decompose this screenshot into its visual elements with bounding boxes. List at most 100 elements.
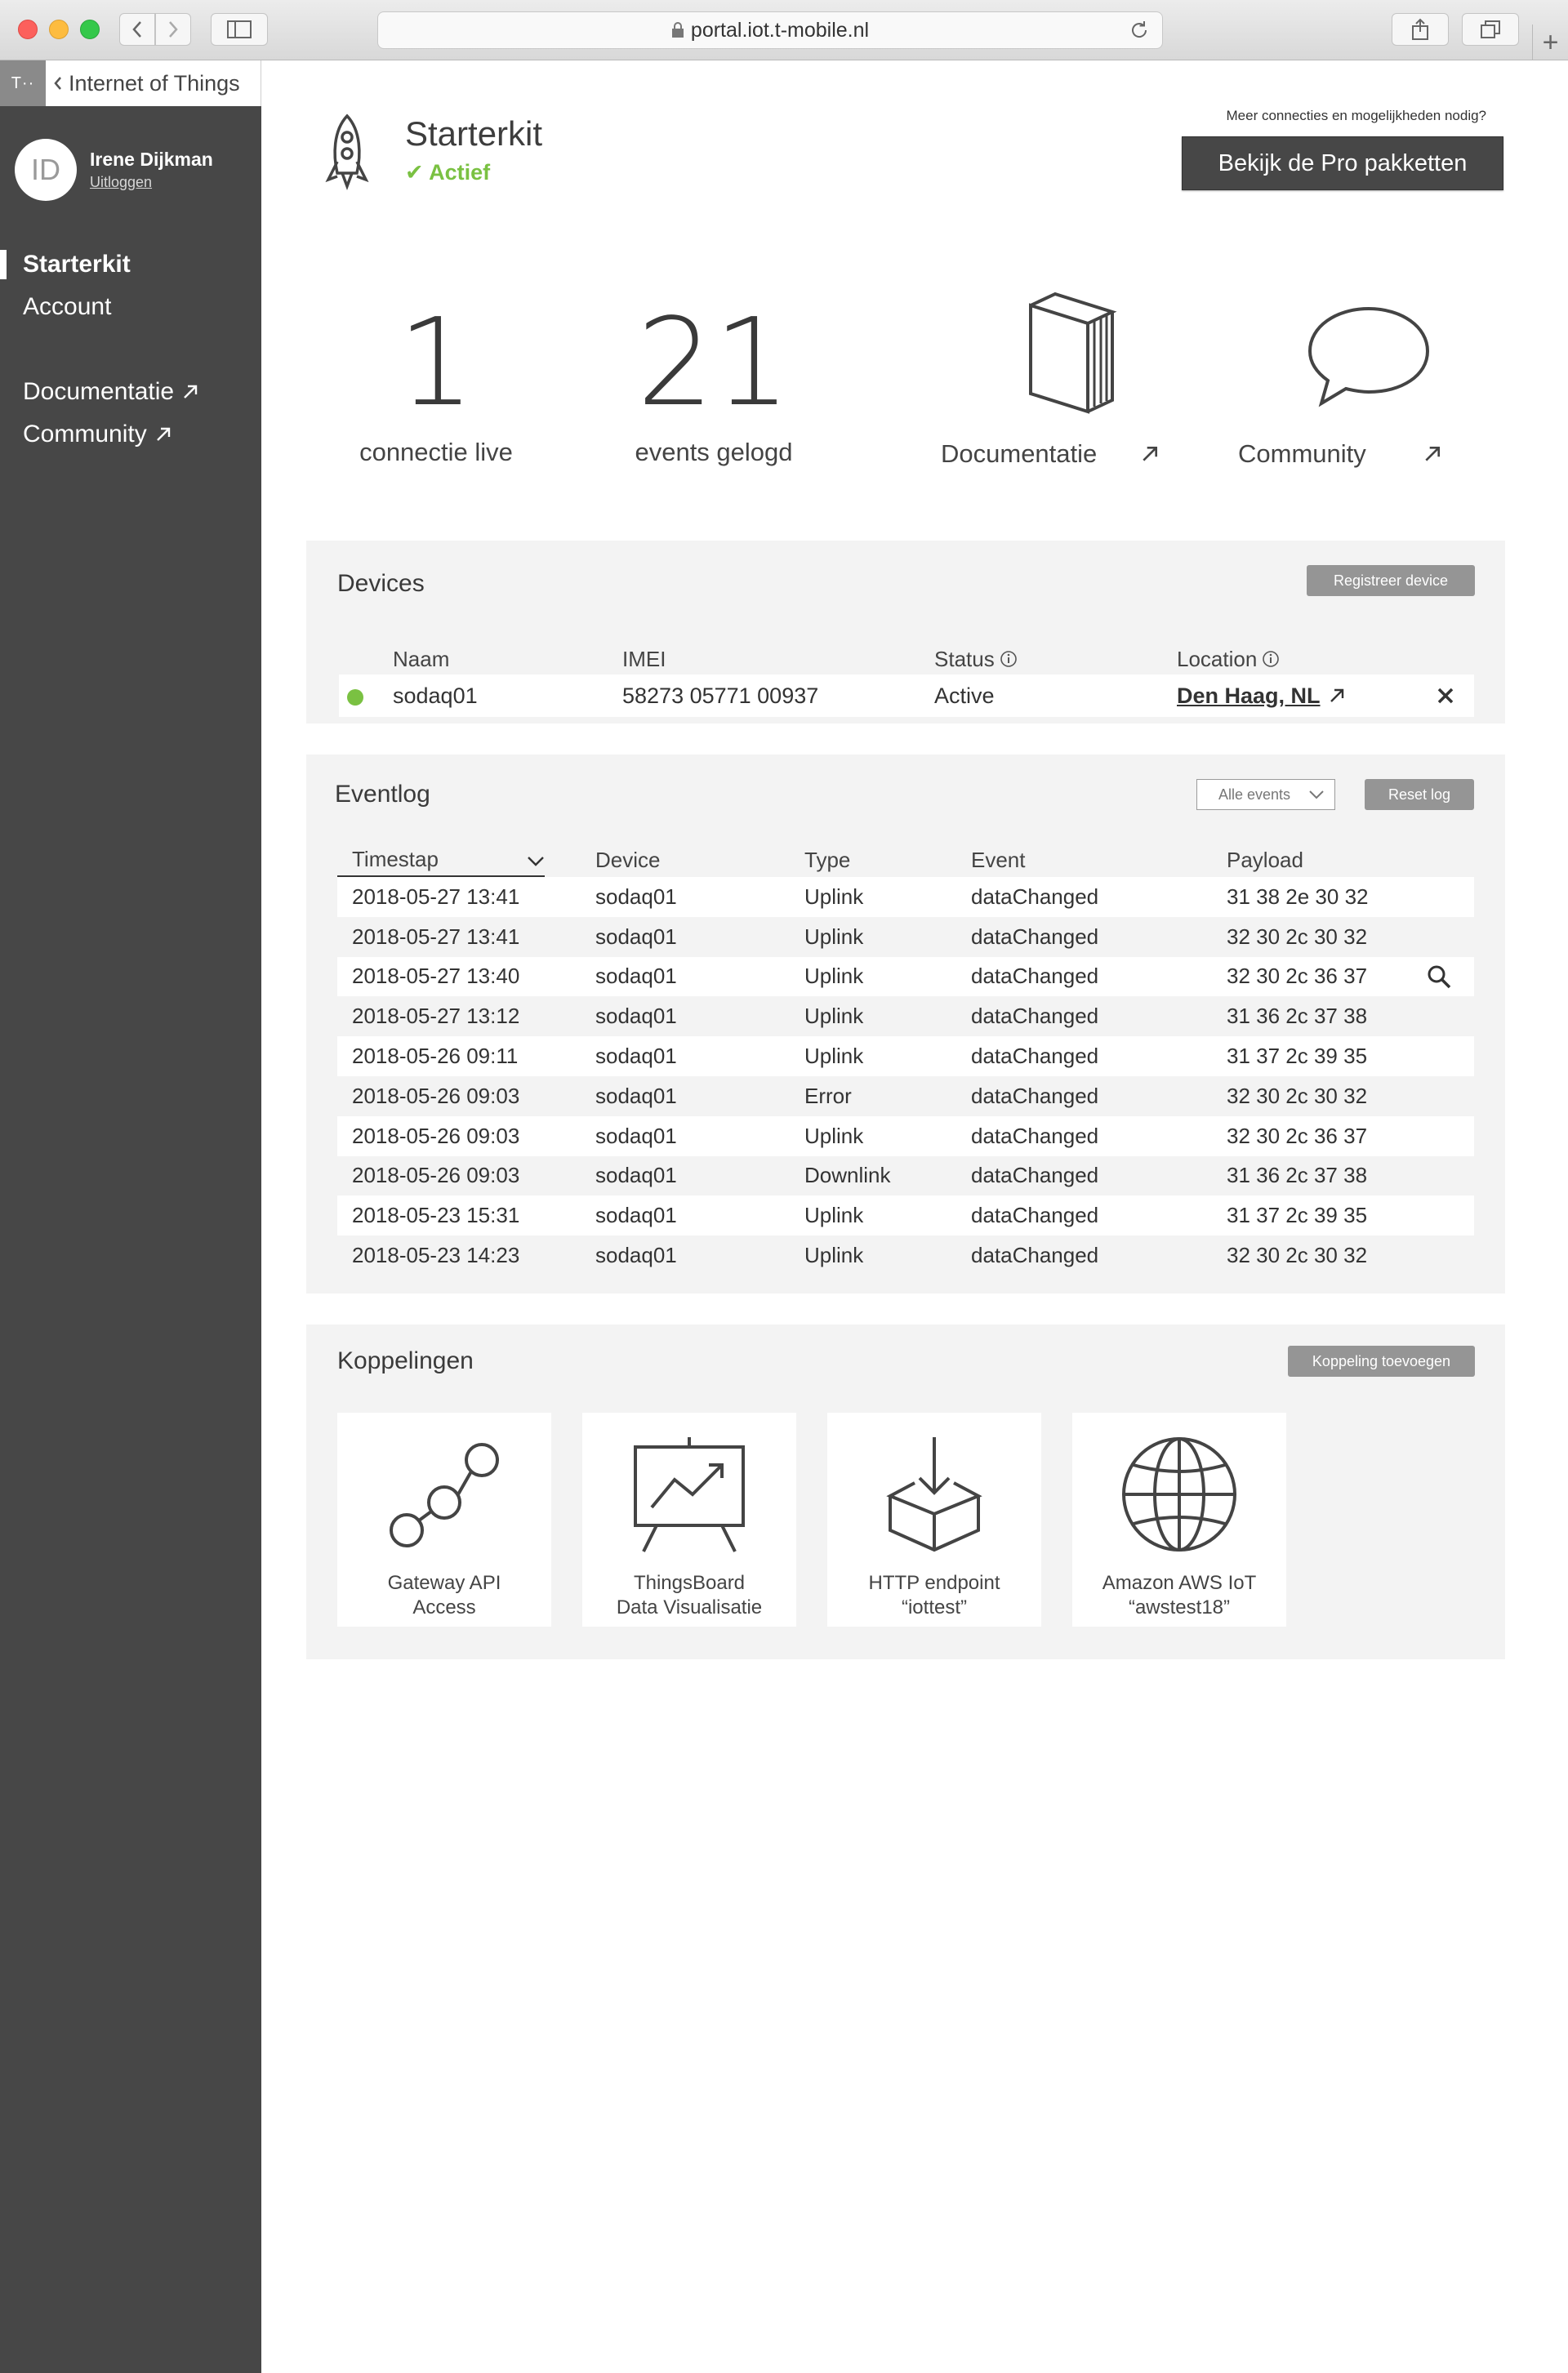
reload-icon[interactable] xyxy=(1129,20,1149,40)
koppeling-label-line1: ThingsBoard xyxy=(633,1572,746,1594)
event-type: Uplink xyxy=(804,924,864,949)
event-timestamp: 2018-05-27 13:41 xyxy=(352,924,520,949)
external-link-icon xyxy=(184,385,198,398)
plus-icon: + xyxy=(1542,26,1559,58)
koppeling-thingsboard[interactable]: ThingsBoard Data Visualisatie xyxy=(582,1413,796,1627)
koppeling-gateway-api[interactable]: Gateway API Access xyxy=(337,1413,551,1627)
koppeling-label-line2: Data Visualisatie xyxy=(616,1596,763,1618)
chevron-down-icon xyxy=(1309,790,1324,799)
address-bar[interactable]: portal.iot.t-mobile.nl xyxy=(377,11,1163,49)
sidebar-nav: Starterkit Account Documentatie Communit… xyxy=(0,243,261,456)
info-icon[interactable] xyxy=(1262,650,1280,668)
sidebar-item-label: Documentatie xyxy=(23,378,175,405)
tabs-icon xyxy=(1481,20,1500,38)
main-content: Starterkit ✔ Actief Meer connecties en m… xyxy=(261,60,1568,2373)
table-row[interactable]: 2018-05-27 13:40 sodaq01 Uplink dataChanged… xyxy=(337,956,1474,997)
column-header-timestamp: Timestap xyxy=(352,846,439,871)
device-name: sodaq01 xyxy=(393,683,478,708)
back-button[interactable] xyxy=(119,13,155,46)
remove-device-button[interactable] xyxy=(1437,675,1454,717)
sort-by-timestamp[interactable]: Timestap xyxy=(337,843,545,877)
koppeling-aws-iot[interactable]: Amazon AWS IoT “awstest18” xyxy=(1072,1413,1286,1627)
register-device-button[interactable]: Registreer device xyxy=(1307,565,1475,596)
event-type: Uplink xyxy=(804,884,864,909)
event-payload: 31 36 2c 37 38 xyxy=(1227,1163,1368,1188)
event-timestamp: 2018-05-26 09:11 xyxy=(352,1044,519,1069)
event-name: dataChanged xyxy=(971,1004,1099,1029)
reset-log-button[interactable]: Reset log xyxy=(1365,779,1474,810)
sidebar-link-documentatie[interactable]: Documentatie xyxy=(0,371,261,413)
event-device: sodaq01 xyxy=(595,1163,677,1188)
page-title: Starterkit xyxy=(405,114,543,153)
info-icon[interactable] xyxy=(1000,650,1018,668)
koppeling-label-line1: HTTP endpoint xyxy=(868,1572,1000,1594)
eventlog-rows: 2018-05-27 13:41 sodaq01 Uplink dataChanged… xyxy=(337,877,1474,1276)
column-header-type: Type xyxy=(804,847,851,872)
zoom-window-button[interactable] xyxy=(80,20,100,39)
share-icon xyxy=(1412,18,1428,40)
table-row[interactable]: 2018-05-23 14:23 sodaq01 Uplink dataChanged… xyxy=(337,1235,1474,1276)
event-payload: 32 30 2c 30 32 xyxy=(1227,1083,1368,1108)
sidebar-item-starterkit[interactable]: Starterkit xyxy=(0,243,261,286)
column-header-payload: Payload xyxy=(1227,847,1303,872)
new-tab-button[interactable]: + xyxy=(1532,24,1568,60)
koppeling-label-line2: Access xyxy=(412,1596,476,1618)
forward-button[interactable] xyxy=(155,13,191,46)
event-payload: 31 37 2c 39 35 xyxy=(1227,1203,1368,1228)
search-icon[interactable] xyxy=(1427,964,1451,989)
event-type: Uplink xyxy=(804,1243,864,1268)
chevron-right-icon xyxy=(169,21,178,38)
tile-label: Community xyxy=(1238,439,1366,468)
tabs-overview-button[interactable] xyxy=(1462,13,1519,46)
table-row[interactable]: 2018-05-26 09:03 sodaq01 Error dataChanged 3… xyxy=(337,1075,1474,1116)
table-row[interactable]: 2018-05-27 13:12 sodaq01 Uplink dataChanged… xyxy=(337,996,1474,1037)
column-header-event: Event xyxy=(971,847,1026,872)
sidebar-header: T·· Internet of Things xyxy=(0,60,261,106)
table-row[interactable]: 2018-05-27 13:41 sodaq01 Uplink dataChanged… xyxy=(337,916,1474,957)
event-payload: 31 37 2c 39 35 xyxy=(1227,1044,1368,1069)
event-timestamp: 2018-05-23 15:31 xyxy=(352,1203,520,1228)
table-row[interactable]: 2018-05-26 09:03 sodaq01 Uplink dataChanged… xyxy=(337,1115,1474,1156)
external-link-icon xyxy=(1143,446,1157,461)
community-tile[interactable]: Community xyxy=(1238,289,1499,469)
sidebar-toggle-button[interactable] xyxy=(211,13,268,46)
event-device: sodaq01 xyxy=(595,1004,677,1029)
back-to-iot-link[interactable]: Internet of Things xyxy=(46,71,240,96)
globe-icon xyxy=(1122,1437,1236,1552)
table-row[interactable]: sodaq01 58273 05771 00937 Active Den Haa… xyxy=(339,675,1474,717)
event-type: Uplink xyxy=(804,1004,864,1029)
sidebar-item-account[interactable]: Account xyxy=(0,286,261,328)
event-device: sodaq01 xyxy=(595,1243,677,1268)
logout-link[interactable]: Uitloggen xyxy=(90,174,213,191)
event-name: dataChanged xyxy=(971,1083,1099,1108)
koppeling-label-line2: “iottest” xyxy=(901,1596,967,1618)
device-location-link[interactable]: Den Haag, NL xyxy=(1177,675,1345,717)
event-name: dataChanged xyxy=(971,1243,1099,1268)
event-type: Uplink xyxy=(804,964,864,989)
event-name: dataChanged xyxy=(971,1123,1099,1148)
event-filter-select[interactable]: Alle events xyxy=(1196,779,1335,810)
table-row[interactable]: 2018-05-23 15:31 sodaq01 Uplink dataChanged… xyxy=(337,1195,1474,1236)
device-status: Active xyxy=(934,683,995,708)
documentatie-tile[interactable]: Documentatie xyxy=(941,289,1202,469)
add-koppeling-button[interactable]: Koppeling toevoegen xyxy=(1288,1346,1475,1377)
eventlog-panel: Eventlog Alle events Reset log Timestap … xyxy=(306,755,1505,1293)
table-row[interactable]: 2018-05-27 13:41 sodaq01 Uplink dataChanged… xyxy=(337,877,1474,917)
table-row[interactable]: 2018-05-26 09:03 sodaq01 Downlink dataChang… xyxy=(337,1155,1474,1196)
table-row[interactable]: 2018-05-26 09:11 sodaq01 Uplink dataChanged… xyxy=(337,1036,1474,1076)
sidebar-link-community[interactable]: Community xyxy=(0,413,261,456)
minimize-window-button[interactable] xyxy=(49,20,69,39)
event-name: dataChanged xyxy=(971,1044,1099,1069)
brand-logo[interactable]: T·· xyxy=(0,60,46,106)
tile-label: Documentatie xyxy=(941,439,1098,468)
url-text: portal.iot.t-mobile.nl xyxy=(690,18,870,42)
koppeling-http-endpoint[interactable]: HTTP endpoint “iottest” xyxy=(827,1413,1041,1627)
pro-note-text: Meer connecties en mogelijkheden nodig? xyxy=(1226,108,1486,123)
browser-toolbar: portal.iot.t-mobile.nl + xyxy=(0,0,1568,60)
devices-panel: Devices Registreer device Naam IMEI Stat… xyxy=(306,541,1505,723)
share-button[interactable] xyxy=(1392,13,1449,46)
event-device: sodaq01 xyxy=(595,1083,677,1108)
close-window-button[interactable] xyxy=(18,20,38,39)
online-status-dot xyxy=(347,689,363,706)
pro-packages-button[interactable]: Bekijk de Pro pakketten xyxy=(1182,136,1503,190)
